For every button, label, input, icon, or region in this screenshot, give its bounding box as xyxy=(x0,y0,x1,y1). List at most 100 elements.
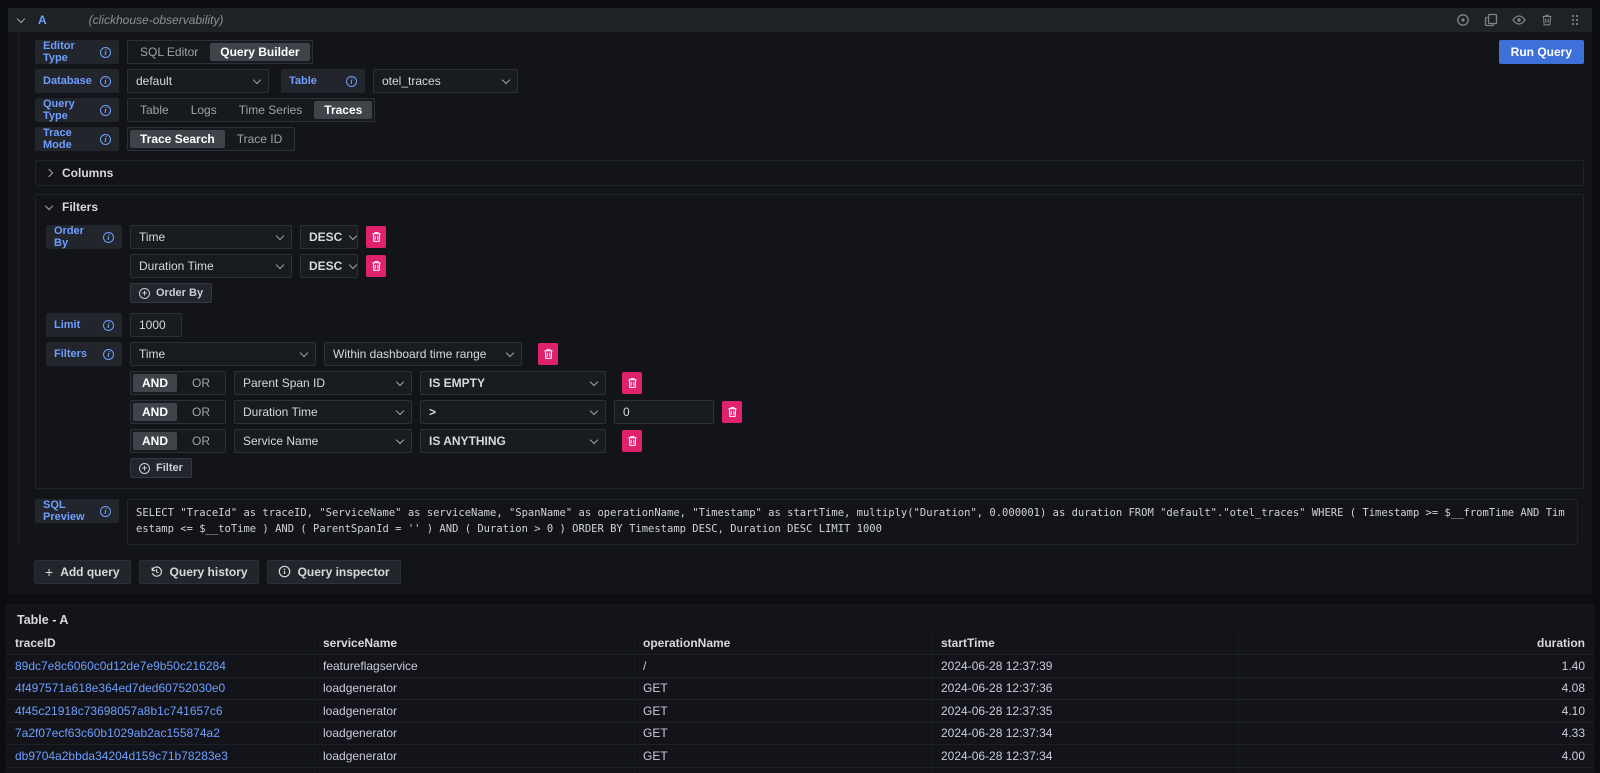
history-icon xyxy=(150,565,163,578)
duration-cell: 4.08 xyxy=(1239,678,1593,700)
query-row-header[interactable]: A (clickhouse-observability) xyxy=(8,8,1592,32)
trace-id-link[interactable]: 4f45c21918c73698057a8b1c741657c6 xyxy=(7,700,315,722)
query-type-logs[interactable]: Logs xyxy=(181,101,227,119)
hide-query-eye-icon[interactable] xyxy=(1512,13,1526,27)
filter-op-select[interactable]: IS EMPTY xyxy=(420,371,606,395)
filter-op-value: IS EMPTY xyxy=(429,376,485,390)
column-header-operationname[interactable]: operationName xyxy=(635,633,933,655)
circle-plus-icon: + xyxy=(139,288,150,299)
remove-order-by-button[interactable] xyxy=(366,255,386,277)
start-time-cell: 2024-06-28 12:37:34 xyxy=(933,723,1239,745)
column-header-traceid[interactable]: traceID xyxy=(7,633,315,655)
filter-field-select[interactable]: Parent Span ID xyxy=(234,371,412,395)
filter-field-select[interactable]: Service Name xyxy=(234,429,412,453)
filters-label-text: Filters xyxy=(54,348,87,360)
start-time-cell: 2024-06-28 12:37:34 xyxy=(933,745,1239,767)
order-by-field-select[interactable]: Duration Time xyxy=(130,254,292,278)
editor-type-query-builder[interactable]: Query Builder xyxy=(210,43,309,61)
query-type-table[interactable]: Table xyxy=(130,101,179,119)
results-table-panel: Table - A traceID serviceName operationN… xyxy=(6,604,1594,773)
table-select[interactable]: otel_traces xyxy=(373,69,518,93)
run-query-button[interactable]: Run Query xyxy=(1499,40,1584,64)
query-type-traces[interactable]: Traces xyxy=(314,101,372,119)
trace-mode-trace-search[interactable]: Trace Search xyxy=(130,130,225,148)
column-header-starttime[interactable]: startTime xyxy=(933,633,1239,655)
remove-filter-button[interactable] xyxy=(622,430,642,452)
filter-op-value: IS ANYTHING xyxy=(429,434,506,448)
editor-type-label-text: Editor Type xyxy=(43,40,92,64)
filter-value-input[interactable]: 0 xyxy=(614,400,714,424)
add-query-button[interactable]: + Add query xyxy=(34,560,131,584)
trace-mode-row: Trace Mode i Trace Search Trace ID xyxy=(35,127,1584,151)
add-filter-row: + Filter xyxy=(46,458,1573,478)
start-time-cell: 2024-06-28 12:37:34 xyxy=(933,768,1239,773)
chevron-down-icon xyxy=(502,75,510,83)
filter-field-value: Duration Time xyxy=(243,405,318,419)
datasource-help-icon[interactable] xyxy=(1456,13,1470,27)
trace-id-link[interactable]: db9704a2bbda34204d159c71b78283e3 xyxy=(7,745,315,767)
add-order-by-button[interactable]: + Order By xyxy=(130,283,212,303)
remove-order-by-button[interactable] xyxy=(366,226,386,248)
editor-type-sql-editor[interactable]: SQL Editor xyxy=(130,43,208,61)
trace-id-link[interactable]: 89dc7e8c6060c0d12de7e9b50c216284 xyxy=(7,655,315,677)
remove-filter-button[interactable] xyxy=(722,401,742,423)
add-filter-button[interactable]: + Filter xyxy=(130,458,192,478)
filter-field-select[interactable]: Time xyxy=(130,342,316,366)
bool-and-option[interactable]: AND xyxy=(133,432,177,450)
order-by-field-select[interactable]: Time xyxy=(130,225,292,249)
add-filter-label: Filter xyxy=(156,462,183,474)
remove-filter-button[interactable] xyxy=(622,372,642,394)
remove-query-trash-icon[interactable] xyxy=(1540,13,1554,27)
columns-section-header[interactable]: Columns xyxy=(36,161,1583,185)
bool-or-option[interactable]: OR xyxy=(179,374,223,392)
collapse-chevron-icon[interactable] xyxy=(17,14,25,22)
columns-section-title: Columns xyxy=(62,166,113,180)
trace-mode-trace-id[interactable]: Trace ID xyxy=(227,130,293,148)
bool-and-option[interactable]: AND xyxy=(133,374,177,392)
column-header-servicename[interactable]: serviceName xyxy=(315,633,635,655)
drag-handle-icon[interactable] xyxy=(1568,13,1582,27)
trace-mode-toggle: Trace Search Trace ID xyxy=(127,127,295,151)
database-select[interactable]: default xyxy=(127,69,269,93)
column-header-duration[interactable]: duration xyxy=(1239,633,1593,655)
query-editor-body: Editor Type i SQL Editor Query Builder R… xyxy=(18,32,1592,545)
query-history-label: Query history xyxy=(170,565,248,579)
trace-id-link[interactable]: 7a2f07ecf63c60b1029ab2ac155874a2 xyxy=(7,723,315,745)
bool-and-option[interactable]: AND xyxy=(133,403,177,421)
filter-op-select[interactable]: Within dashboard time range xyxy=(324,342,522,366)
query-inspector-button[interactable]: Query inspector xyxy=(267,560,401,584)
chevron-down-icon xyxy=(276,231,284,239)
trace-id-link[interactable]: 96968b10fa2b2c1590bc67dea06ef35f xyxy=(7,768,315,773)
info-icon: i xyxy=(100,506,111,517)
filter-value: 0 xyxy=(623,405,630,419)
order-by-dir-value: DESC xyxy=(309,259,342,273)
filter-op-select[interactable]: > xyxy=(420,400,606,424)
bool-or-option[interactable]: OR xyxy=(179,403,223,421)
operation-name-cell: GET xyxy=(635,723,933,745)
bool-or-option[interactable]: OR xyxy=(179,432,223,450)
query-type-toggle: Table Logs Time Series Traces xyxy=(127,98,375,122)
order-by-dir-select[interactable]: DESC xyxy=(300,225,358,249)
add-order-by-row: + Order By xyxy=(46,283,1573,303)
chevron-down-icon xyxy=(276,260,284,268)
editor-footer-buttons: + Add query Query history Query inspecto… xyxy=(18,550,1592,584)
chevron-down-icon xyxy=(506,348,514,356)
limit-input[interactable]: 1000 xyxy=(130,313,182,337)
chevron-down-icon xyxy=(300,348,308,356)
chevron-down-icon xyxy=(349,260,357,268)
trace-id-link[interactable]: 4f497571a618e364ed7ded60752030e0 xyxy=(7,678,315,700)
operation-name-cell: GET xyxy=(635,700,933,722)
order-by-dir-select[interactable]: DESC xyxy=(300,254,358,278)
plus-icon: + xyxy=(45,564,53,580)
query-history-button[interactable]: Query history xyxy=(139,560,259,584)
query-type-time-series[interactable]: Time Series xyxy=(229,101,313,119)
filters-section-title: Filters xyxy=(62,200,98,214)
filter-op-select[interactable]: IS ANYTHING xyxy=(420,429,606,453)
info-icon: i xyxy=(100,134,111,145)
remove-filter-button[interactable] xyxy=(538,343,558,365)
filter-field-value: Time xyxy=(139,347,165,361)
duplicate-query-icon[interactable] xyxy=(1484,13,1498,27)
filter-field-select[interactable]: Duration Time xyxy=(234,400,412,424)
chevron-down-icon xyxy=(45,201,53,209)
filters-section-header[interactable]: Filters xyxy=(36,195,1583,219)
